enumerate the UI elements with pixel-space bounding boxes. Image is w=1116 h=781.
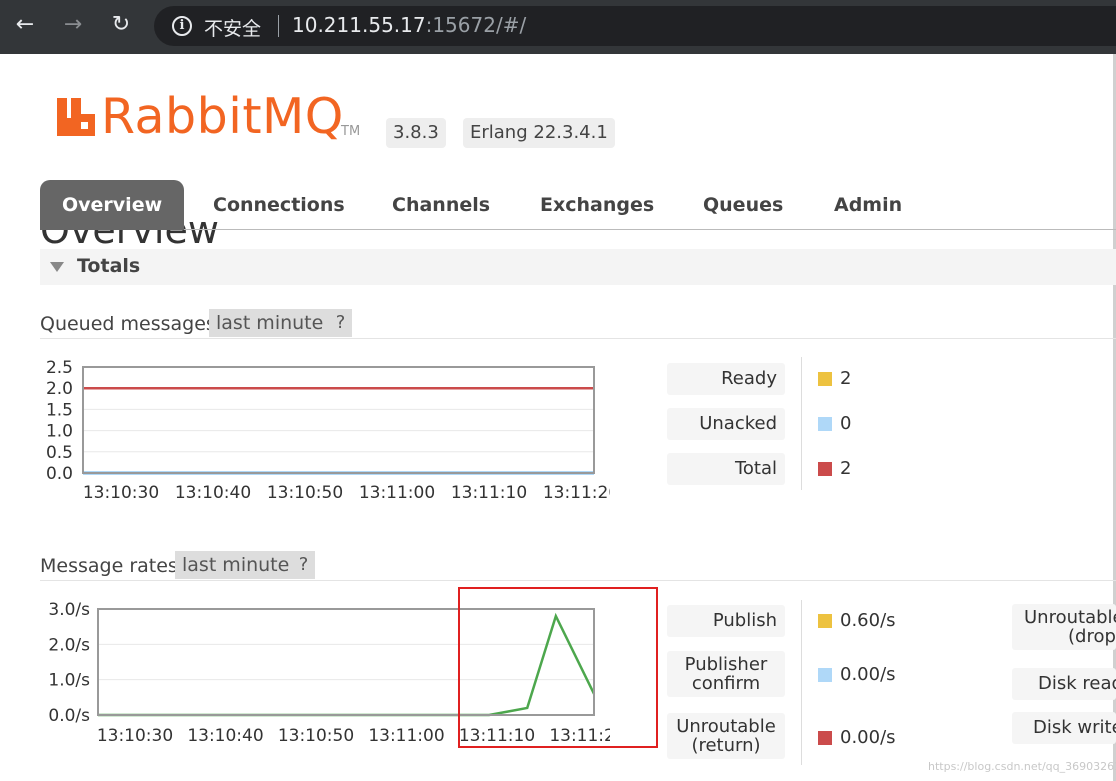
divider (801, 600, 802, 765)
y-tick-label: 3.0/s (48, 600, 90, 620)
publisher-confirm-button[interactable]: Publisher confirm (667, 651, 785, 697)
plot-frame (82, 366, 595, 474)
x-tick-label: 13:10:50 (267, 483, 343, 503)
queued-messages-title: Queued messages (40, 313, 216, 335)
erlang-badge: Erlang 22.3.4.1 (463, 118, 615, 148)
divider (801, 357, 802, 490)
watermark: https://blog.csdn.net/qq_36903261 (928, 760, 1116, 773)
message-rates-title: Message rates (40, 555, 178, 577)
rates-help-button[interactable]: ? (292, 551, 315, 579)
unroutable-drop-line1: Unroutable (1024, 607, 1116, 628)
tab-channels[interactable]: Channels (392, 180, 490, 230)
tab-exchanges[interactable]: Exchanges (540, 180, 654, 230)
total-button[interactable]: Total (667, 453, 785, 485)
queued-help-button[interactable]: ? (329, 309, 352, 337)
queued-range-select[interactable]: last minute (209, 309, 331, 337)
publish-swatch (818, 614, 832, 628)
back-icon[interactable]: ← (10, 10, 40, 40)
tab-admin[interactable]: Admin (834, 180, 902, 230)
publisher-confirm-value: 0.00/s (840, 664, 896, 685)
total-value: 2 (840, 458, 852, 479)
y-tick-label: 0.0/s (48, 706, 90, 726)
publish-value: 0.60/s (840, 610, 896, 631)
y-tick-label: 2.0 (46, 379, 73, 399)
unroutable-return-line1: Unroutable (676, 716, 776, 737)
y-tick-label: 1.0 (46, 422, 73, 442)
y-tick-label: 0.0 (46, 464, 73, 484)
total-swatch (818, 462, 832, 476)
info-icon[interactable]: i (172, 16, 192, 36)
highlight-annotation-box (458, 587, 658, 748)
totals-label: Totals (77, 255, 141, 277)
unroutable-drop-button[interactable]: Unroutable (drop (1012, 604, 1116, 650)
x-tick-label: 13:11:00 (368, 726, 444, 746)
x-tick-label: 13:11:10 (451, 483, 527, 503)
unroutable-return-line2: (return) (691, 735, 761, 756)
main-tabs: Overview Connections Channels Exchanges … (40, 180, 1116, 230)
address-bar[interactable]: i 不安全 10.211.55.17:15672/#/ (154, 6, 1116, 46)
x-tick-label: 13:11:00 (359, 483, 435, 503)
y-tick-label: 2.0/s (48, 635, 90, 655)
unroutable-return-value: 0.00/s (840, 727, 896, 748)
x-tick-label: 13:10:30 (83, 483, 159, 503)
publisher-confirm-line1: Publisher (684, 654, 768, 675)
totals-section-toggle[interactable]: Totals (40, 249, 1116, 285)
x-tick-label: 13:10:30 (97, 726, 173, 746)
unroutable-drop-line2: (drop (1068, 626, 1116, 647)
version-badge: 3.8.3 (386, 118, 446, 148)
collapse-triangle-icon (50, 262, 64, 272)
tab-connections[interactable]: Connections (213, 180, 345, 230)
queued-messages-chart: 0.00.51.01.52.02.5 13:10:30 13:10:40 13:10:… (46, 358, 610, 503)
y-tick-label: 0.5 (46, 443, 73, 463)
url-divider (278, 15, 279, 37)
logo-tm: TM (341, 124, 361, 139)
rates-range-select[interactable]: last minute (175, 551, 297, 579)
url-path: :15672/#/ (425, 13, 527, 37)
unroutable-return-button[interactable]: Unroutable (return) (667, 713, 785, 759)
browser-toolbar: ← → ↻ i 不安全 10.211.55.17:15672/#/ (0, 0, 1116, 54)
forward-icon[interactable]: → (58, 10, 88, 40)
logo-text: RabbitMQ (101, 88, 344, 145)
disk-read-button[interactable]: Disk read (1012, 668, 1116, 700)
unacked-swatch (818, 417, 832, 431)
tab-queues[interactable]: Queues (703, 180, 783, 230)
rabbit-logo-icon (57, 98, 95, 136)
url-text[interactable]: 10.211.55.17:15672/#/ (292, 13, 526, 37)
rabbitmq-logo: RabbitMQ TM (55, 88, 365, 145)
publisher-confirm-swatch (818, 668, 832, 682)
x-tick-label: 13:11:20 (543, 483, 610, 503)
disk-write-button[interactable]: Disk write (1012, 712, 1116, 744)
publisher-confirm-line2: confirm (691, 673, 761, 694)
ready-button[interactable]: Ready (667, 363, 785, 395)
x-tick-label: 13:10:40 (175, 483, 251, 503)
y-tick-label: 1.0/s (48, 671, 90, 691)
y-tick-label: 1.5 (46, 400, 73, 420)
queued-messages-header: Queued messages last minute ? (40, 309, 1116, 339)
tab-overview[interactable]: Overview (40, 180, 185, 230)
unacked-value: 0 (840, 413, 852, 434)
security-label: 不安全 (204, 18, 262, 40)
publish-button[interactable]: Publish (667, 605, 785, 637)
ready-value: 2 (840, 368, 852, 389)
reload-icon[interactable]: ↻ (106, 10, 136, 40)
x-tick-label: 13:10:40 (187, 726, 263, 746)
x-tick-label: 13:10:50 (278, 726, 354, 746)
ready-swatch (818, 372, 832, 386)
url-host: 10.211.55.17 (292, 13, 426, 37)
unroutable-return-swatch (818, 731, 832, 745)
unacked-button[interactable]: Unacked (667, 408, 785, 440)
message-rates-header: Message rates last minute ? (40, 551, 1116, 581)
y-tick-label: 2.5 (46, 358, 73, 378)
